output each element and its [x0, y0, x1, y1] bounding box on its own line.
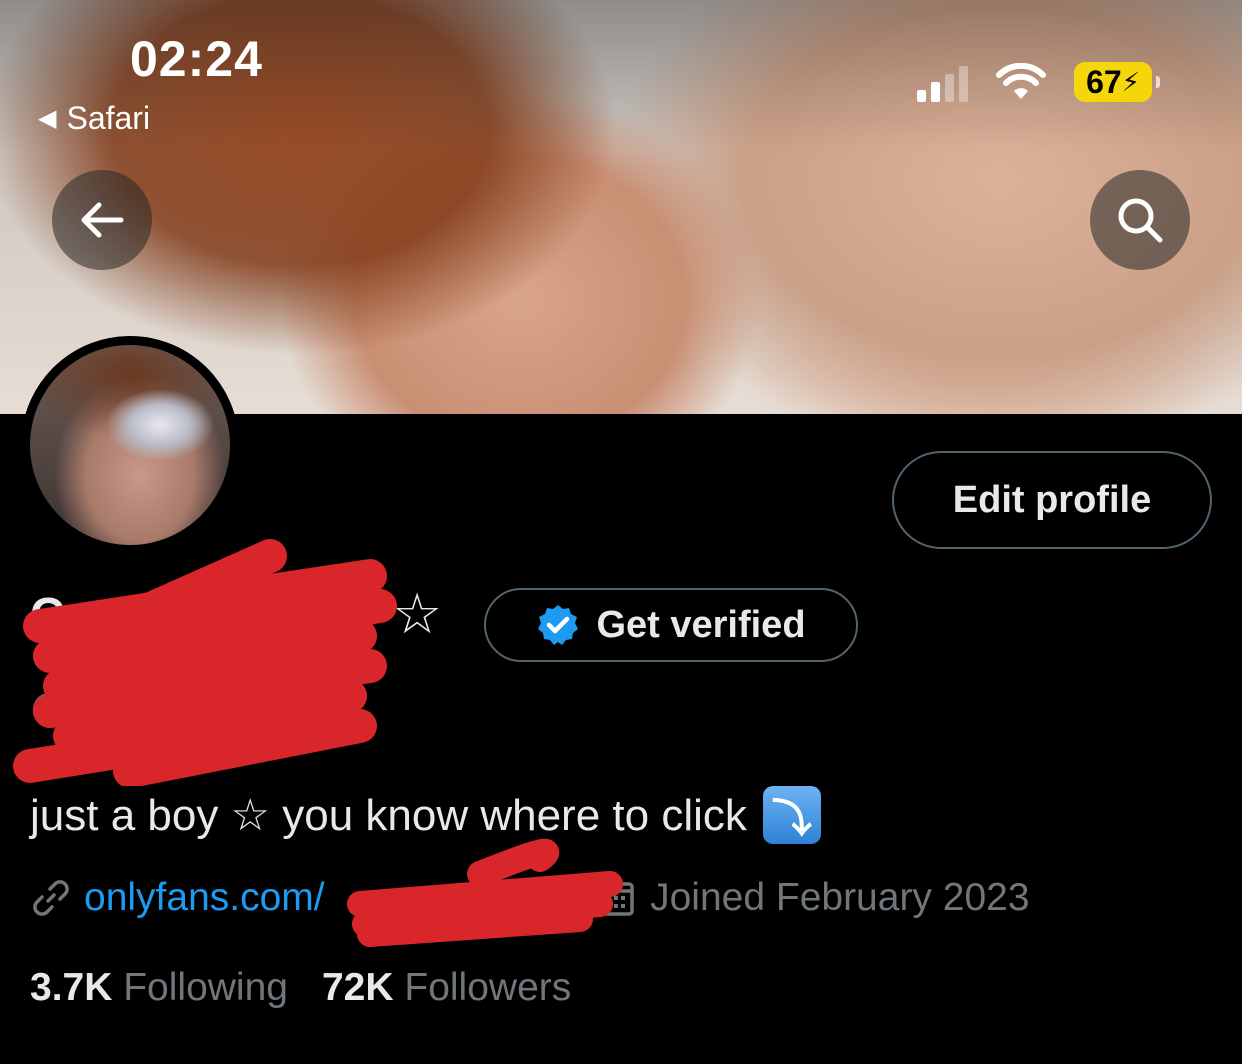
back-app-label: Safari	[66, 100, 151, 136]
get-verified-button[interactable]: Get verified	[484, 588, 858, 662]
cellular-signal-icon	[917, 62, 968, 102]
joined-text: Joined February 2023	[650, 876, 1030, 919]
bio-text: just a boy ☆ you know where to click	[30, 790, 747, 840]
follow-stats: 3.7K Following 72K Followers	[30, 966, 571, 1010]
wifi-icon	[996, 63, 1046, 99]
battery-level: 67	[1086, 63, 1122, 100]
status-indicators: 67 ⚡	[917, 62, 1160, 102]
joined-date: Joined February 2023	[596, 876, 1030, 920]
following-stat[interactable]: 3.7K Following	[30, 966, 288, 1010]
following-label: Following	[123, 966, 288, 1009]
back-button[interactable]	[52, 170, 152, 270]
link-icon	[33, 880, 69, 916]
followers-stat[interactable]: 72K Followers	[322, 966, 571, 1010]
verified-badge-icon	[538, 605, 579, 645]
avatar[interactable]	[21, 336, 239, 554]
avatar-image	[30, 345, 230, 545]
edit-profile-button[interactable]: Edit profile	[892, 451, 1212, 549]
status-time: 02:24	[130, 31, 263, 87]
get-verified-label: Get verified	[596, 603, 806, 646]
website-url: onlyfans.com/	[84, 876, 325, 919]
arrow-down-right-emoji: ⤵	[762, 786, 821, 844]
search-button[interactable]	[1090, 170, 1190, 270]
charging-bolt-icon: ⚡	[1121, 66, 1140, 97]
search-icon	[1118, 198, 1163, 243]
battery-indicator: 67 ⚡	[1074, 62, 1160, 102]
followers-count: 72K	[321, 966, 394, 1009]
redaction-scribble-link	[347, 838, 623, 947]
redaction-scribble-name	[13, 539, 397, 786]
following-count: 3.7K	[30, 966, 113, 1009]
arrow-left-icon	[81, 202, 124, 238]
followers-label: Followers	[404, 966, 572, 1009]
back-to-safari[interactable]: ◀ Safari	[38, 100, 150, 137]
back-triangle-icon: ◀	[38, 105, 57, 132]
